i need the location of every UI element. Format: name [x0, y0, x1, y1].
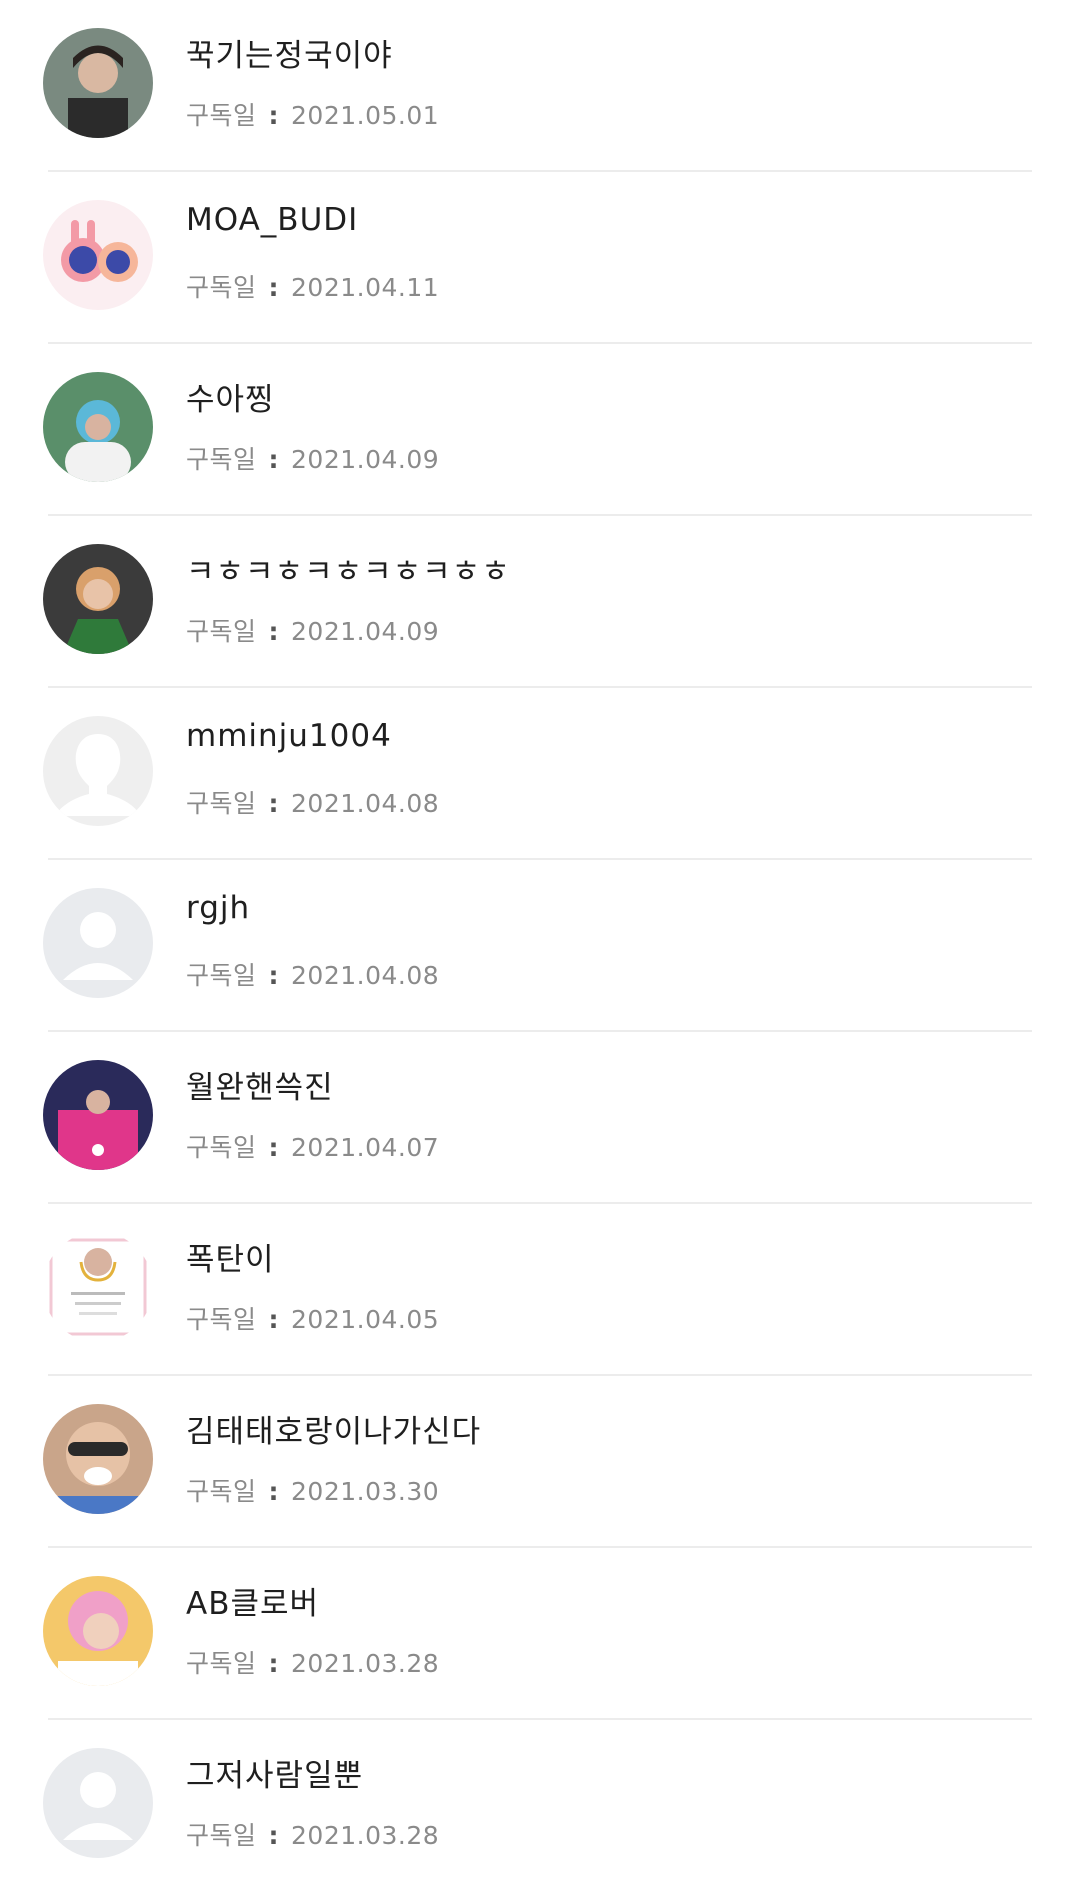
subscribe-date-value: 2021.04.09: [291, 617, 440, 646]
subscribe-date: 구독일:2021.03.28: [186, 1644, 439, 1680]
subscriber-list: 꾹기는정국이야 구독일:2021.05.01 MOA_BUDI 구독일:2021.04…: [0, 0, 1080, 1892]
avatar[interactable]: [43, 716, 153, 826]
subscribe-date-value: 2021.04.08: [291, 961, 440, 990]
separator: :: [268, 273, 280, 302]
subscribe-date: 구독일:2021.04.08: [186, 784, 439, 820]
subscriber-name: 김태태호랑이나가신다: [186, 1414, 482, 1450]
avatar[interactable]: [43, 1576, 153, 1686]
separator: :: [268, 1133, 280, 1162]
subscribe-date-value: 2021.04.05: [291, 1305, 440, 1334]
avatar[interactable]: [43, 372, 153, 482]
subscribe-date-label: 구독일: [186, 789, 257, 818]
subscriber-row[interactable]: 월완핸쓱진구독일:2021.04.07: [43, 1032, 1032, 1204]
subscribe-date: 구독일:2021.04.09: [186, 612, 439, 648]
subscriber-name: 월완핸쓱진: [186, 1070, 334, 1106]
avatar[interactable]: [43, 1748, 153, 1858]
subscriber-name: 폭탄이: [186, 1242, 275, 1278]
separator: :: [268, 445, 280, 474]
subscribe-date-value: 2021.03.28: [291, 1821, 440, 1850]
avatar[interactable]: [43, 1232, 153, 1342]
separator: :: [268, 1649, 280, 1678]
subscriber-row[interactable]: rgjh 구독일:2021.04.08: [43, 860, 1032, 1032]
subscribe-date: 구독일:2021.04.07: [186, 1128, 439, 1164]
subscribe-date: 구독일:2021.04.08: [186, 956, 439, 992]
subscribe-date-value: 2021.04.11: [291, 273, 440, 302]
subscriber-name: ㅋㅎㅋㅎㅋㅎㅋㅎㅋㅎㅎ: [186, 554, 511, 590]
avatar[interactable]: [43, 28, 153, 138]
subscriber-name: 꾹기는정국이야: [186, 38, 393, 74]
subscriber-row[interactable]: 꾹기는정국이야구독일:2021.05.01: [43, 0, 1032, 172]
subscribe-date-value: 2021.04.07: [291, 1133, 440, 1162]
avatar[interactable]: [43, 1404, 153, 1514]
subscribe-date-value: 2021.05.01: [291, 101, 440, 130]
subscriber-row[interactable]: AB클로버구독일:2021.03.28: [43, 1548, 1032, 1720]
subscriber-name: rgjh: [186, 890, 251, 926]
subscribe-date-label: 구독일: [186, 1821, 257, 1850]
subscriber-row[interactable]: mminju1004 구독일:2021.04.08: [43, 688, 1032, 860]
subscriber-row[interactable]: ㅋㅎㅋㅎㅋㅎㅋㅎㅋㅎㅎ 구독일:2021.04.09: [43, 516, 1032, 688]
avatar[interactable]: [43, 1060, 153, 1170]
subscribe-date-value: 2021.03.30: [291, 1477, 440, 1506]
subscribe-date-value: 2021.03.28: [291, 1649, 440, 1678]
subscriber-row[interactable]: 그저사람일뿐구독일:2021.03.28: [43, 1720, 1032, 1892]
subscribe-date: 구독일:2021.04.11: [186, 268, 439, 304]
subscribe-date: 구독일:2021.04.05: [186, 1300, 439, 1336]
subscribe-date: 구독일:2021.03.30: [186, 1472, 439, 1508]
subscribe-date-label: 구독일: [186, 1305, 257, 1334]
subscriber-row[interactable]: 김태태호랑이나가신다구독일:2021.03.30: [43, 1376, 1032, 1548]
subscriber-row[interactable]: 폭탄이구독일:2021.04.05: [43, 1204, 1032, 1376]
avatar[interactable]: [43, 200, 153, 310]
subscriber-name: 수아찡: [186, 382, 275, 418]
separator: :: [268, 961, 280, 990]
separator: :: [268, 789, 280, 818]
subscribe-date-label: 구독일: [186, 445, 257, 474]
subscriber-name: 그저사람일뿐: [186, 1758, 364, 1794]
subscribe-date-label: 구독일: [186, 617, 257, 646]
subscriber-name: AB클로버: [186, 1586, 320, 1622]
subscriber-row[interactable]: 수아찡구독일:2021.04.09: [43, 344, 1032, 516]
separator: :: [268, 617, 280, 646]
subscriber-name: MOA_BUDI: [186, 202, 359, 238]
separator: :: [268, 101, 280, 130]
separator: :: [268, 1305, 280, 1334]
avatar[interactable]: [43, 544, 153, 654]
avatar[interactable]: [43, 888, 153, 998]
subscribe-date-label: 구독일: [186, 101, 257, 130]
subscribe-date: 구독일:2021.05.01: [186, 96, 439, 132]
subscribe-date-value: 2021.04.09: [291, 445, 440, 474]
subscribe-date-label: 구독일: [186, 273, 257, 302]
subscribe-date: 구독일:2021.03.28: [186, 1816, 439, 1852]
subscribe-date-label: 구독일: [186, 1477, 257, 1506]
subscribe-date-label: 구독일: [186, 1133, 257, 1162]
subscribe-date-label: 구독일: [186, 1649, 257, 1678]
subscribe-date-value: 2021.04.08: [291, 789, 440, 818]
subscribe-date-label: 구독일: [186, 961, 257, 990]
separator: :: [268, 1821, 280, 1850]
separator: :: [268, 1477, 280, 1506]
subscriber-row[interactable]: MOA_BUDI 구독일:2021.04.11: [43, 172, 1032, 344]
subscriber-name: mminju1004: [186, 718, 392, 754]
subscribe-date: 구독일:2021.04.09: [186, 440, 439, 476]
